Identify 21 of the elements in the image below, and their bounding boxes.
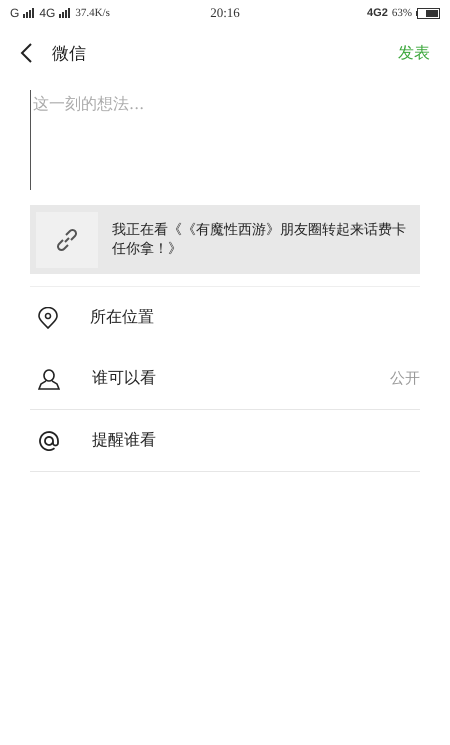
battery-percent: 63% <box>392 7 412 19</box>
network-label: 4G2 <box>367 7 388 19</box>
link-title: 我正在看《《有魔性西游》朋友圈转起来话费卡任你拿！》 <box>112 220 407 258</box>
signal-icon <box>59 8 72 18</box>
clock: 20:16 <box>210 5 240 21</box>
network-speed: 37.4K/s <box>75 7 110 19</box>
carrier-label: G <box>10 6 20 20</box>
header-title: 微信 <box>52 42 86 64</box>
at-sign-icon <box>38 430 60 452</box>
option-value: 公开 <box>390 369 420 388</box>
link-card[interactable]: 我正在看《《有魔性西游》朋友圈转起来话费卡任你拿！》 <box>30 205 420 274</box>
option-label[interactable]: 谁可以看 <box>92 368 156 389</box>
back-icon[interactable] <box>20 43 32 63</box>
option-label[interactable]: 提醒谁看 <box>92 430 156 451</box>
option-label[interactable]: 所在位置 <box>90 307 154 328</box>
signal-icon <box>23 8 36 18</box>
location-pin-icon <box>38 306 58 328</box>
carrier-label: 4G <box>39 6 56 20</box>
battery-icon <box>416 8 440 18</box>
link-icon <box>54 226 80 252</box>
person-icon <box>38 368 60 390</box>
